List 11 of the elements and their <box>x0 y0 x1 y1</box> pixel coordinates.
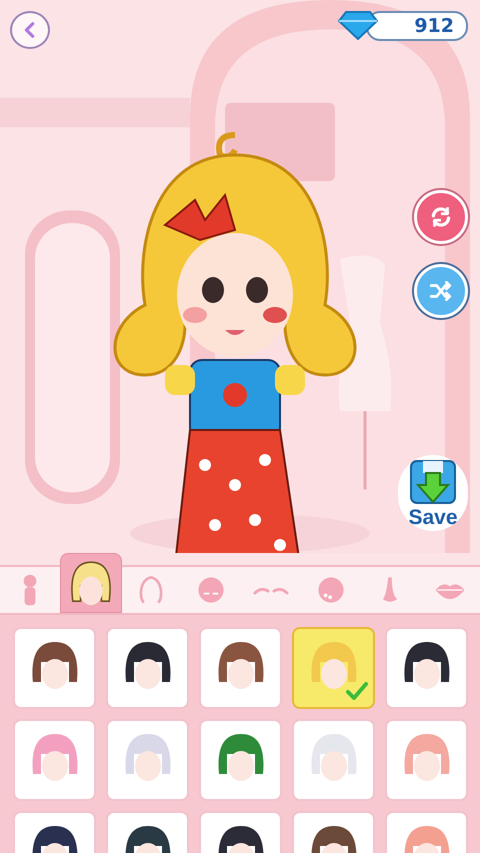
eyebrows-icon <box>252 585 289 595</box>
currency-amount: 912 <box>414 15 454 37</box>
hairstyle-option[interactable] <box>385 627 468 709</box>
hairstyle-option[interactable] <box>106 627 189 709</box>
checkmark-icon <box>345 679 369 703</box>
hairstyle-option[interactable] <box>199 627 282 709</box>
diamond-icon <box>338 10 378 40</box>
shuffle-icon <box>428 278 454 304</box>
hair-tab[interactable] <box>60 553 122 613</box>
floppy-download-icon <box>408 458 458 504</box>
hairstyle-option[interactable] <box>13 627 96 709</box>
